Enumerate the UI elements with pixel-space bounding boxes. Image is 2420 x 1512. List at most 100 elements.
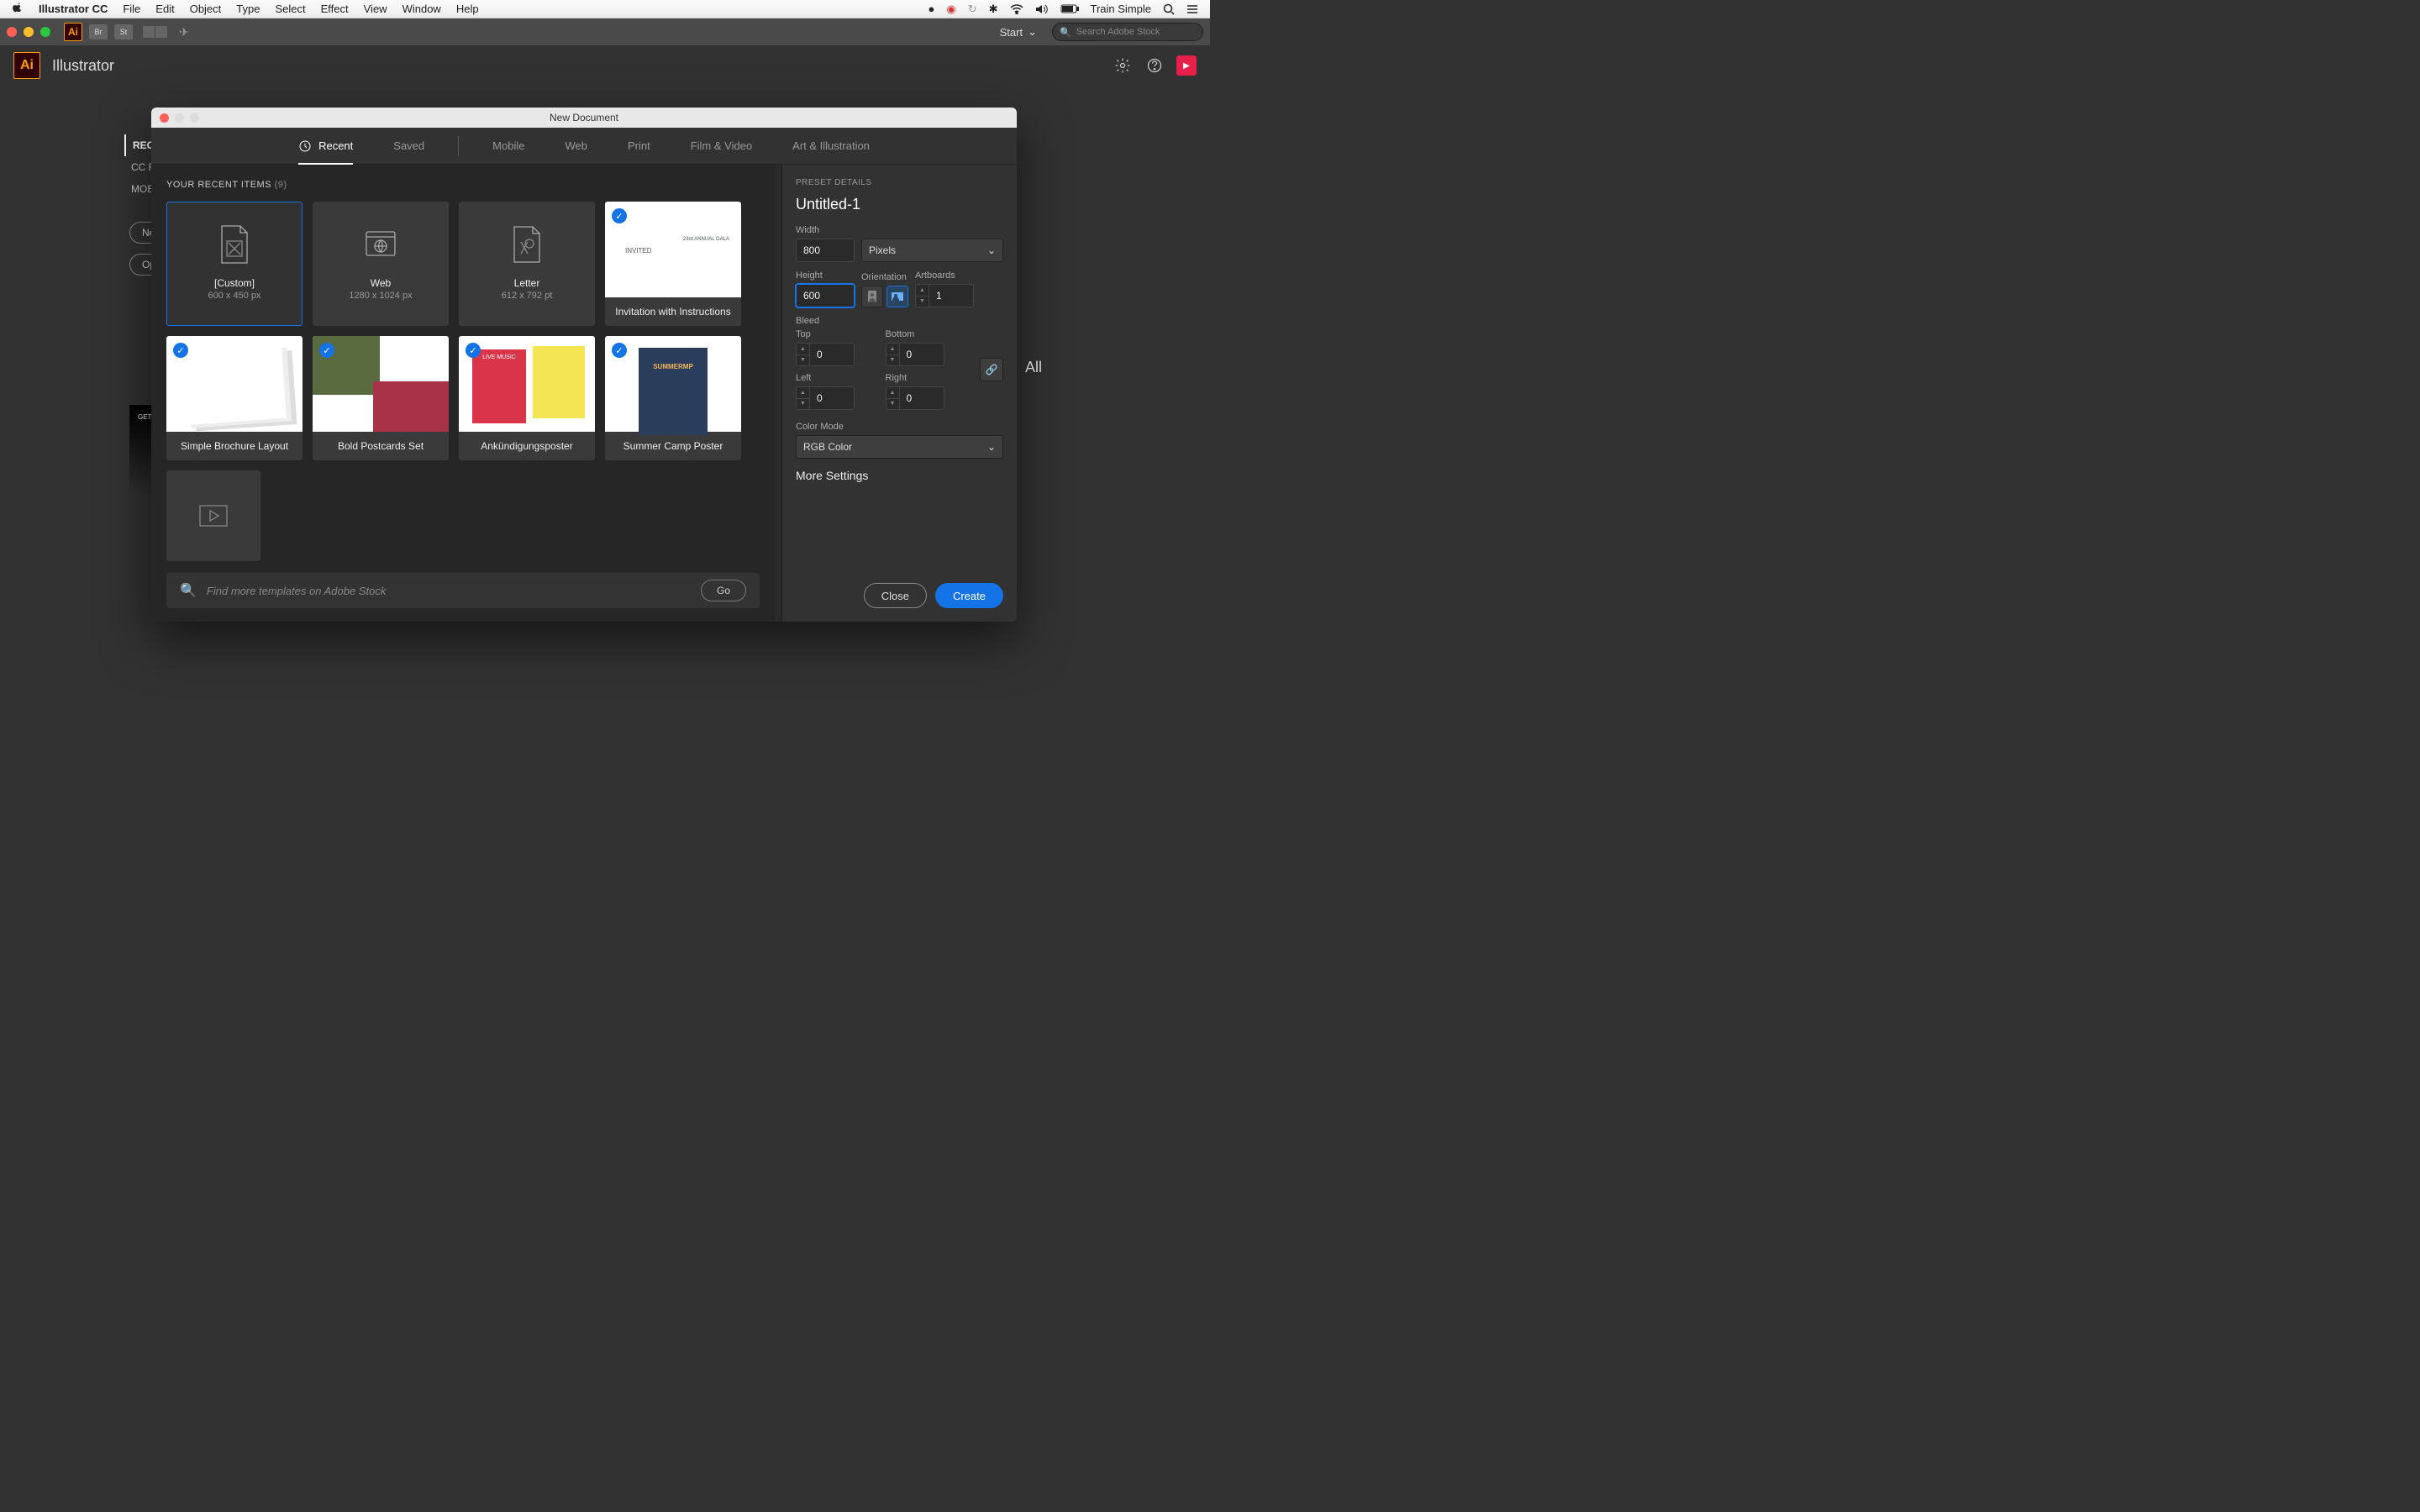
- preset-category-tabs: Recent Saved Mobile Web Print Film & Vid…: [151, 128, 1017, 165]
- artboards-label: Artboards: [915, 270, 1003, 281]
- chevron-down-icon: ⌄: [1028, 25, 1037, 39]
- tab-recent[interactable]: Recent: [278, 128, 373, 165]
- workspace-switcher[interactable]: Start⌄: [992, 22, 1045, 42]
- template-downloaded-icon: ✓: [173, 343, 188, 358]
- preset-card-web[interactable]: Web 1280 x 1024 px: [313, 202, 449, 326]
- menu-file[interactable]: File: [123, 3, 140, 15]
- presets-panel: YOUR RECENT ITEMS (9) [Custom] 600 x 450…: [151, 165, 775, 622]
- ai-logo: Ai: [13, 52, 40, 79]
- preset-card-video[interactable]: [166, 470, 260, 561]
- bleed-label: Bleed: [796, 316, 1003, 326]
- custom-doc-icon: [217, 227, 252, 262]
- orientation-landscape[interactable]: [886, 286, 908, 307]
- dialog-window-controls[interactable]: [160, 113, 199, 123]
- tab-saved[interactable]: Saved: [373, 128, 445, 165]
- preset-card-letter[interactable]: Letter 612 x 792 pt: [459, 202, 595, 326]
- play-icon: [196, 498, 231, 533]
- preset-card-summer-camp[interactable]: ✓ Summer Camp Poster: [605, 336, 741, 460]
- bleed-left-input[interactable]: [809, 386, 855, 410]
- height-label: Height: [796, 270, 855, 281]
- bleed-left-stepper[interactable]: ▲▼: [796, 386, 877, 410]
- orientation-portrait[interactable]: [861, 286, 883, 307]
- settings-icon[interactable]: [1113, 55, 1133, 76]
- bleed-bottom-input[interactable]: [899, 343, 944, 366]
- chevron-down-icon: ⌄: [987, 441, 996, 453]
- bleed-right-input[interactable]: [899, 386, 944, 410]
- height-input[interactable]: [796, 284, 855, 307]
- dialog-title: New Document: [550, 112, 618, 123]
- apple-icon[interactable]: [12, 2, 24, 16]
- adobe-stock-search[interactable]: 🔍 Search Adobe Stock: [1052, 23, 1203, 41]
- window-controls[interactable]: [7, 27, 50, 37]
- bleed-right-stepper[interactable]: ▲▼: [886, 386, 967, 410]
- bleed-top-input[interactable]: [809, 343, 855, 366]
- preset-card-invitation[interactable]: ✓ Invitation with Instructions: [605, 202, 741, 326]
- go-button[interactable]: Go: [701, 580, 746, 601]
- width-label: Width: [796, 225, 1003, 235]
- menu-effect[interactable]: Effect: [321, 3, 349, 15]
- dialog-titlebar: New Document: [151, 108, 1017, 128]
- stock-badge[interactable]: St: [114, 24, 133, 39]
- more-settings-button[interactable]: More Settings: [796, 469, 1003, 482]
- menu-type[interactable]: Type: [236, 3, 260, 15]
- app-header: Ai Illustrator ▶: [0, 45, 1210, 86]
- cc-libraries-icon[interactable]: ▶: [1176, 55, 1197, 76]
- recent-items-label: YOUR RECENT ITEMS: [166, 180, 271, 190]
- help-icon[interactable]: [1144, 55, 1165, 76]
- record-icon[interactable]: ◉: [946, 3, 955, 16]
- chevron-down-icon: ⌄: [987, 244, 996, 256]
- menu-view[interactable]: View: [364, 3, 387, 15]
- document-name[interactable]: Untitled-1: [796, 196, 1003, 213]
- menu-select[interactable]: Select: [275, 3, 305, 15]
- letter-icon: [509, 227, 544, 262]
- orientation-label: Orientation: [861, 272, 908, 282]
- timemachine-icon[interactable]: ↻: [968, 3, 977, 16]
- spotlight-icon[interactable]: [1163, 3, 1175, 15]
- menu-list-icon[interactable]: [1186, 4, 1198, 14]
- color-mode-select[interactable]: RGB Color⌄: [796, 435, 1003, 459]
- units-select[interactable]: Pixels⌄: [861, 239, 1003, 262]
- menu-edit[interactable]: Edit: [155, 3, 174, 15]
- color-mode-label: Color Mode: [796, 422, 1003, 432]
- wifi-icon[interactable]: [1010, 4, 1023, 14]
- bluetooth-icon[interactable]: ✱: [989, 3, 998, 16]
- battery-icon[interactable]: [1060, 4, 1079, 13]
- template-downloaded-icon: ✓: [466, 343, 481, 358]
- link-bleed-icon[interactable]: 🔗: [980, 358, 1003, 381]
- tab-print[interactable]: Print: [608, 128, 671, 165]
- close-button[interactable]: Close: [864, 583, 927, 608]
- scrollbar[interactable]: [775, 165, 781, 622]
- menu-window[interactable]: Window: [402, 3, 441, 15]
- preset-card-brochure[interactable]: ✓ Simple Brochure Layout: [166, 336, 302, 460]
- stock-template-search-input[interactable]: [207, 585, 691, 597]
- bridge-badge[interactable]: Br: [89, 24, 108, 39]
- bleed-top-stepper[interactable]: ▲▼: [796, 343, 877, 366]
- width-input[interactable]: [796, 239, 855, 262]
- preset-details-panel: PRESET DETAILS Untitled-1 Width Pixels⌄ …: [781, 165, 1017, 622]
- tab-web[interactable]: Web: [544, 128, 608, 165]
- recent-items-count: (9): [275, 180, 287, 190]
- artboards-input[interactable]: [929, 284, 974, 307]
- artboards-stepper[interactable]: ▲▼: [915, 284, 1003, 307]
- volume-icon[interactable]: [1035, 4, 1049, 14]
- preset-card-announcement-poster[interactable]: ✓ Ankündigungsposter: [459, 336, 595, 460]
- preset-details-heading: PRESET DETAILS: [796, 178, 1003, 187]
- tab-film-video[interactable]: Film & Video: [671, 128, 772, 165]
- tab-mobile[interactable]: Mobile: [472, 128, 544, 165]
- user-name[interactable]: Train Simple: [1091, 3, 1151, 15]
- create-button[interactable]: Create: [935, 583, 1003, 608]
- gpu-preview-icon[interactable]: ✈: [179, 25, 189, 39]
- arrange-docs-icon[interactable]: [143, 26, 167, 38]
- preset-card-postcards[interactable]: ✓ Bold Postcards Set: [313, 336, 449, 460]
- app-menu-name[interactable]: Illustrator CC: [39, 3, 108, 15]
- app-toolbar: Ai Br St ✈ Start⌄ 🔍 Search Adobe Stock: [0, 18, 1210, 45]
- preset-card-custom[interactable]: [Custom] 600 x 450 px: [166, 202, 302, 326]
- app-title: Illustrator: [52, 57, 114, 75]
- new-document-dialog: New Document Recent Saved Mobile Web Pri…: [151, 108, 1017, 622]
- template-downloaded-icon: ✓: [612, 208, 627, 223]
- template-downloaded-icon: ✓: [612, 343, 627, 358]
- menu-object[interactable]: Object: [190, 3, 222, 15]
- tab-art-illustration[interactable]: Art & Illustration: [772, 128, 890, 165]
- menu-help[interactable]: Help: [456, 3, 479, 15]
- bleed-bottom-stepper[interactable]: ▲▼: [886, 343, 967, 366]
